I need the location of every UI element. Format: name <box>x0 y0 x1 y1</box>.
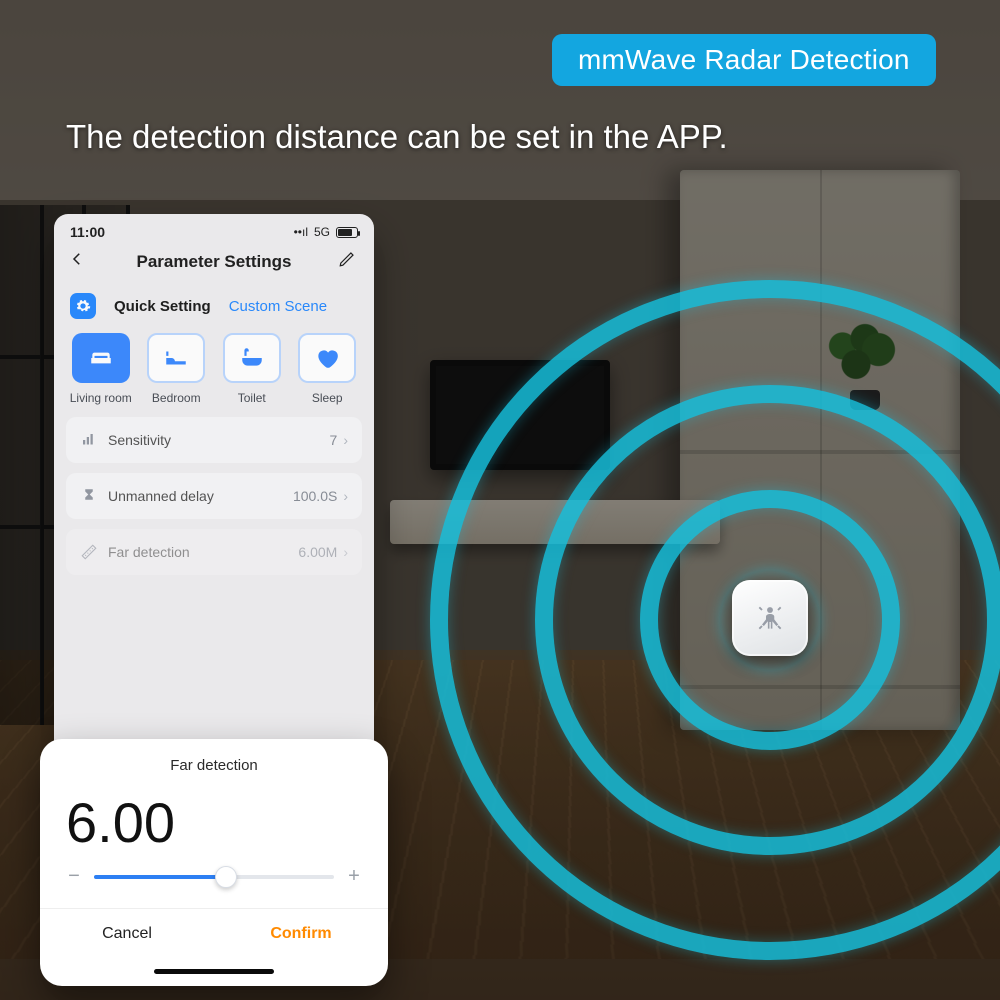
tile-label: Sleep <box>312 391 343 405</box>
bath-icon <box>239 345 265 371</box>
tab-custom-scene[interactable]: Custom Scene <box>229 298 327 315</box>
sheet-actions: Cancel Confirm <box>40 908 388 959</box>
pencil-icon <box>338 250 356 268</box>
distance-slider[interactable]: − + <box>58 865 370 894</box>
status-bar: 11:00 ••ıl 5G <box>54 214 374 244</box>
slider-track[interactable] <box>94 875 334 879</box>
chevron-left-icon <box>68 250 86 268</box>
status-time: 11:00 <box>70 224 105 240</box>
sheet-title: Far detection <box>58 757 370 774</box>
tile-label: Toilet <box>238 391 266 405</box>
ruler-icon <box>80 543 98 561</box>
sheet-value: 6.00 <box>58 782 370 865</box>
plus-button[interactable]: + <box>344 865 364 888</box>
settings-tabs: Quick Setting Custom Scene <box>54 283 374 329</box>
bed-icon <box>163 345 189 371</box>
sensor-device <box>732 580 808 656</box>
chevron-right-icon: › <box>343 488 348 504</box>
tile-bedroom[interactable]: Bedroom <box>144 333 210 405</box>
presence-icon <box>754 602 786 634</box>
tab-quick-setting[interactable]: Quick Setting <box>114 298 211 315</box>
tile-living-room[interactable]: Living room <box>68 333 134 405</box>
tile-label: Bedroom <box>152 391 201 405</box>
minus-button[interactable]: − <box>64 865 84 888</box>
tile-label: Living room <box>70 391 132 405</box>
tile-toilet[interactable]: Toilet <box>219 333 285 405</box>
chevron-right-icon: › <box>343 432 348 448</box>
scene-tiles: Living room Bedroom Toilet Sleep <box>54 329 374 411</box>
hourglass-icon <box>80 487 98 505</box>
gear-badge <box>70 293 96 319</box>
row-sensitivity[interactable]: Sensitivity 7 › <box>66 417 362 463</box>
cancel-button[interactable]: Cancel <box>40 909 214 959</box>
headline-text: The detection distance can be set in the… <box>66 118 960 156</box>
confirm-button[interactable]: Confirm <box>214 909 388 959</box>
nav-bar: Parameter Settings <box>54 244 374 283</box>
feature-badge: mmWave Radar Detection <box>552 34 936 86</box>
row-label: Unmanned delay <box>108 488 214 504</box>
row-far-detection[interactable]: Far detection 6.00M › <box>66 529 362 575</box>
sofa-icon <box>88 345 114 371</box>
gear-icon <box>75 298 91 314</box>
slider-thumb[interactable] <box>215 866 237 888</box>
home-indicator <box>154 969 274 974</box>
battery-icon <box>336 227 358 238</box>
heart-icon <box>314 345 340 371</box>
back-button[interactable] <box>68 250 90 273</box>
status-network: 5G <box>314 225 330 239</box>
row-label: Far detection <box>108 544 190 560</box>
row-value: 100.0S <box>293 488 337 504</box>
edit-button[interactable] <box>338 250 360 273</box>
page-title: Parameter Settings <box>90 252 338 272</box>
row-value: 7 <box>330 432 338 448</box>
row-value: 6.00M <box>298 544 337 560</box>
row-label: Sensitivity <box>108 432 171 448</box>
signal-icon: ••ıl <box>294 225 308 239</box>
tile-sleep[interactable]: Sleep <box>295 333 361 405</box>
far-detection-sheet: Far detection 6.00 − + Cancel Confirm <box>40 739 388 986</box>
settings-rows: Sensitivity 7 › Unmanned delay 100.0S › Fa… <box>54 411 374 581</box>
row-unmanned-delay[interactable]: Unmanned delay 100.0S › <box>66 473 362 519</box>
chevron-right-icon: › <box>343 544 348 560</box>
bars-icon <box>80 431 98 449</box>
